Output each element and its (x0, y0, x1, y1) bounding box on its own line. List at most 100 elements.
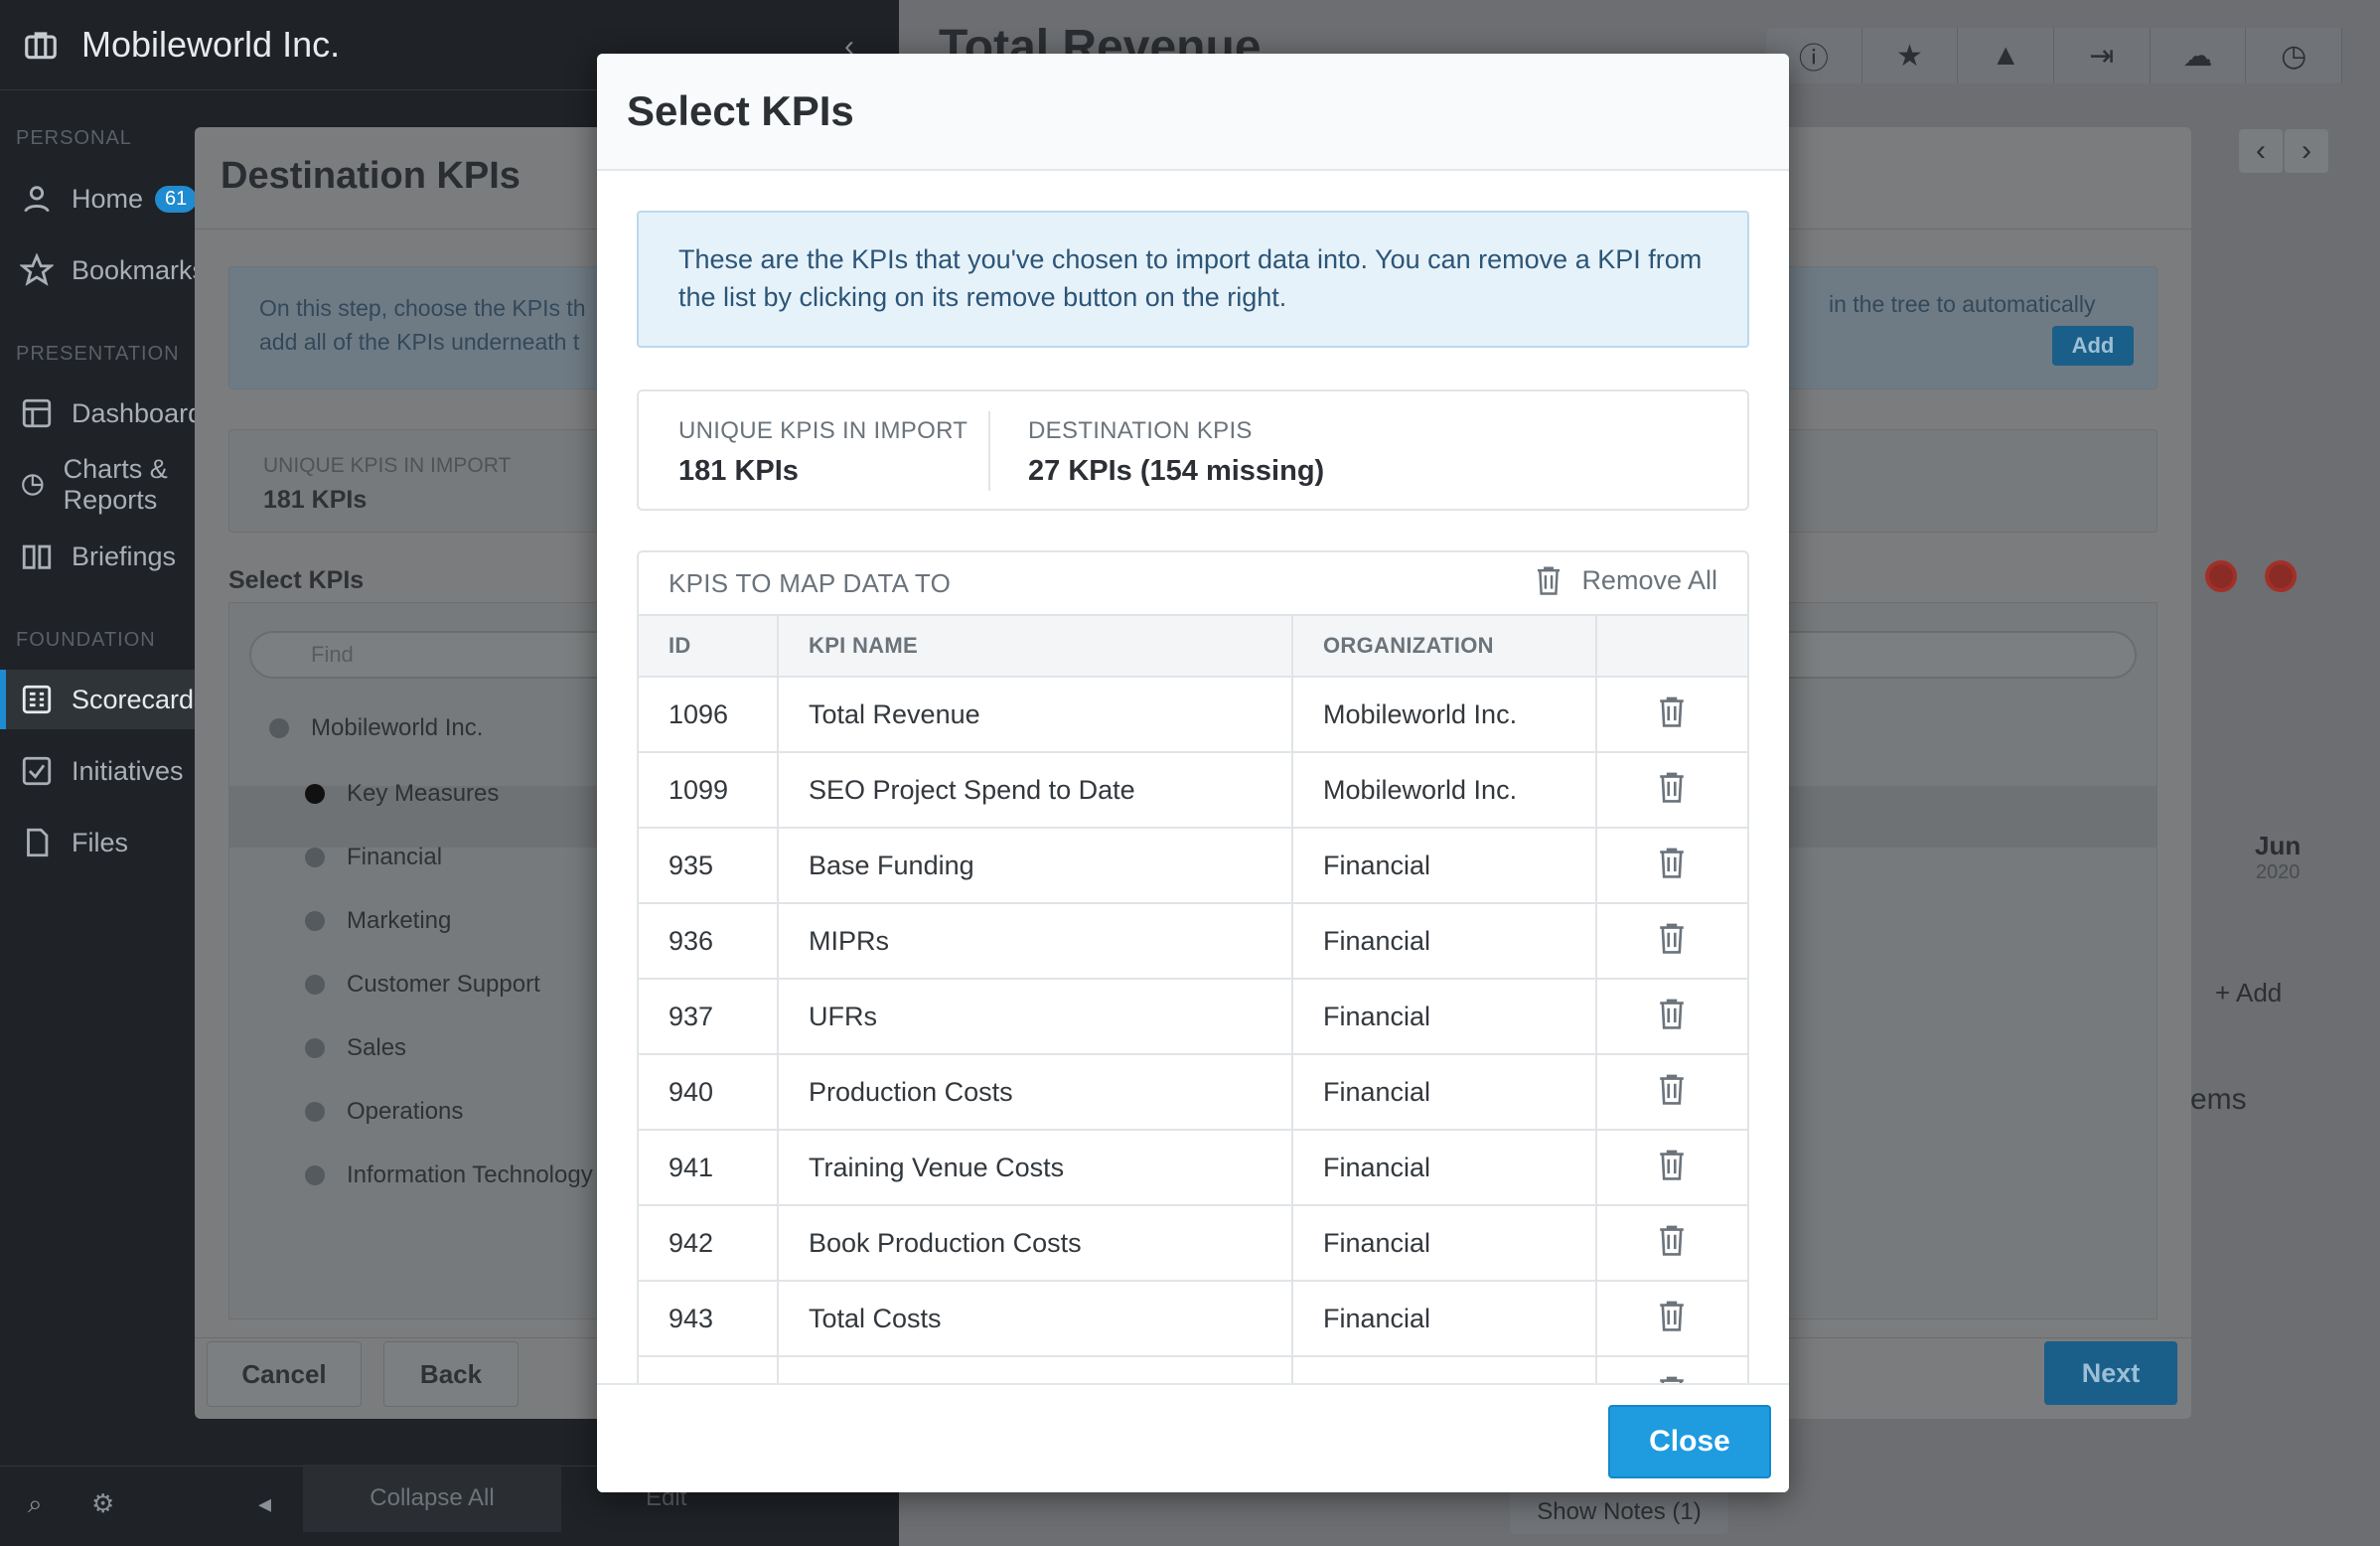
close-button[interactable]: Close (1608, 1405, 1771, 1478)
clock-icon[interactable]: ◷ (2246, 28, 2343, 83)
sidebar-item-label: Scorecards (72, 684, 208, 714)
tree-item[interactable]: Key Measures (305, 780, 499, 808)
kpi-id: 940 (639, 1054, 779, 1131)
kpi-id: 942 (639, 1205, 779, 1282)
table-header-bar: KPIS TO MAP DATA TO Remove All (639, 552, 1747, 616)
column-header-kpi-name[interactable]: KPI NAME (778, 616, 1293, 678)
sidebar-item-label: Home (72, 183, 144, 214)
prev-arrow-icon[interactable]: ‹ (2239, 129, 2283, 173)
sidebar-item-charts[interactable]: Charts & Reports (0, 454, 219, 515)
kpi-map-table: KPIS TO MAP DATA TO Remove All ID KPI NA… (637, 550, 1749, 1383)
add-button[interactable]: Add (2052, 326, 2134, 366)
sidebar-item-dashboards[interactable]: Dashboards (0, 384, 219, 443)
person-icon (24, 186, 50, 213)
gear-icon[interactable]: ⚙ (91, 1488, 114, 1519)
back-button[interactable]: Back (383, 1341, 519, 1407)
remove-kpi-button[interactable] (1596, 903, 1747, 980)
kpi-organization: Financial (1292, 828, 1597, 904)
kpi-organization: Mobileworld Inc. (1292, 677, 1597, 753)
tree-item[interactable]: Sales (305, 1034, 406, 1062)
kpi-name: UFRs (778, 979, 1293, 1055)
collapse-all-button[interactable]: Collapse All (303, 1465, 561, 1532)
remove-kpi-button[interactable] (1596, 677, 1747, 753)
table-row: 936 MIPRs Financial (639, 903, 1747, 980)
alert-icon[interactable]: ▲ (1958, 28, 2055, 83)
table-row: 943 Total Costs Financial (639, 1281, 1747, 1357)
table-title: KPIS TO MAP DATA TO (669, 568, 952, 598)
kpi-name: SEO Project Spend to Date (778, 752, 1293, 829)
kpi-name: Production Costs (778, 1054, 1293, 1131)
tree-item[interactable]: Mobileworld Inc. (269, 714, 483, 742)
sidebar-item-bookmarks[interactable]: Bookmarks (0, 240, 219, 300)
tree-item[interactable]: Financial (305, 844, 442, 871)
remove-kpi-button[interactable] (1596, 1205, 1747, 1282)
show-notes-button[interactable]: Show Notes (1) (1510, 1490, 1728, 1534)
file-icon (27, 828, 49, 857)
sidebar-item-label: Bookmarks (72, 254, 207, 285)
destination-kpis-label: DESTINATION KPIS (1028, 417, 1253, 444)
checkbox-icon (22, 756, 52, 786)
table-row: 935 Base Funding Financial (639, 828, 1747, 904)
sidebar-item-initiatives[interactable]: Initiatives (0, 741, 219, 801)
kpi-organization: Financial (1292, 903, 1597, 980)
remove-kpi-button[interactable] (1596, 1281, 1747, 1357)
briefcase-icon (25, 32, 57, 60)
sidebar-item-label: Initiatives (72, 755, 184, 786)
column-header-id[interactable]: ID (639, 616, 779, 678)
kpi-id: 937 (639, 979, 779, 1055)
tree-item[interactable]: Marketing (305, 907, 451, 935)
star-icon[interactable]: ★ (1862, 28, 1959, 83)
remove-all-button[interactable]: Remove All (1534, 564, 1717, 596)
modal-footer: Close (597, 1383, 1789, 1492)
tree-item[interactable]: Customer Support (305, 971, 540, 999)
tree-item[interactable]: Operations (305, 1098, 463, 1126)
sidebar-item-briefings[interactable]: Briefings (0, 527, 219, 586)
section-presentation: PRESENTATION (16, 343, 180, 365)
column-header-actions (1596, 616, 1747, 678)
modal-title: Select KPIs (597, 54, 1789, 171)
star-icon (20, 253, 54, 286)
kpi-name: Total Revenue (778, 677, 1293, 753)
remove-kpi-button[interactable] (1596, 1054, 1747, 1131)
kpi-id: 1096 (639, 677, 779, 753)
sidebar-item-scorecards[interactable]: Scorecards (0, 670, 219, 729)
kpi-organization: Mobileworld Inc. (1292, 752, 1597, 829)
trash-icon (1660, 1225, 1684, 1256)
kpi-organization: Financial (1292, 979, 1597, 1055)
remove-kpi-button[interactable] (1596, 1130, 1747, 1206)
remove-kpi-button[interactable] (1596, 752, 1747, 829)
cancel-button[interactable]: Cancel (207, 1341, 362, 1407)
remove-kpi-button[interactable] (1596, 1356, 1747, 1383)
trash-icon (1660, 923, 1684, 954)
remove-kpi-button[interactable] (1596, 828, 1747, 904)
trash-icon (1660, 696, 1684, 727)
search-icon[interactable]: ⌕ (28, 1488, 43, 1520)
tree-item[interactable]: Information Technology (305, 1161, 593, 1189)
next-button[interactable]: Next (2044, 1341, 2177, 1405)
month-label: Jun 2020 (2255, 831, 2302, 883)
kpi-id: 943 (639, 1281, 779, 1357)
trash-icon (1538, 566, 1561, 595)
column-header-organization[interactable]: ORGANIZATION (1292, 616, 1597, 678)
trash-icon (1660, 1301, 1684, 1331)
next-arrow-icon[interactable]: › (2285, 129, 2328, 173)
sidebar-item-files[interactable]: Files (0, 813, 219, 872)
sidebar-item-home[interactable]: Home 61 (0, 169, 219, 229)
trash-icon (1660, 999, 1684, 1029)
kpi-organization: Financial (1292, 1281, 1597, 1357)
trash-icon (1660, 1074, 1684, 1105)
cloud-icon[interactable]: ☁ (2151, 28, 2247, 83)
org-name: Mobileworld Inc. (81, 24, 341, 65)
export-icon[interactable]: ⇥ (2054, 28, 2151, 83)
table-row: 1096 Total Revenue Mobileworld Inc. (639, 677, 1747, 753)
kpi-organization: Financial (1292, 1205, 1597, 1282)
sidebar-item-label: Briefings (72, 541, 177, 571)
remove-kpi-button[interactable] (1596, 979, 1747, 1055)
add-link[interactable]: + Add (2215, 978, 2282, 1008)
kpi-organization: Financial (1292, 1130, 1597, 1206)
kpi-name: Book Production Costs (778, 1205, 1293, 1282)
caret-left-icon[interactable]: ◂ (258, 1488, 271, 1519)
sidebar-item-label: Files (72, 827, 129, 857)
dashboard-icon (22, 398, 52, 428)
kpi-organization: Financial (1292, 1054, 1597, 1131)
